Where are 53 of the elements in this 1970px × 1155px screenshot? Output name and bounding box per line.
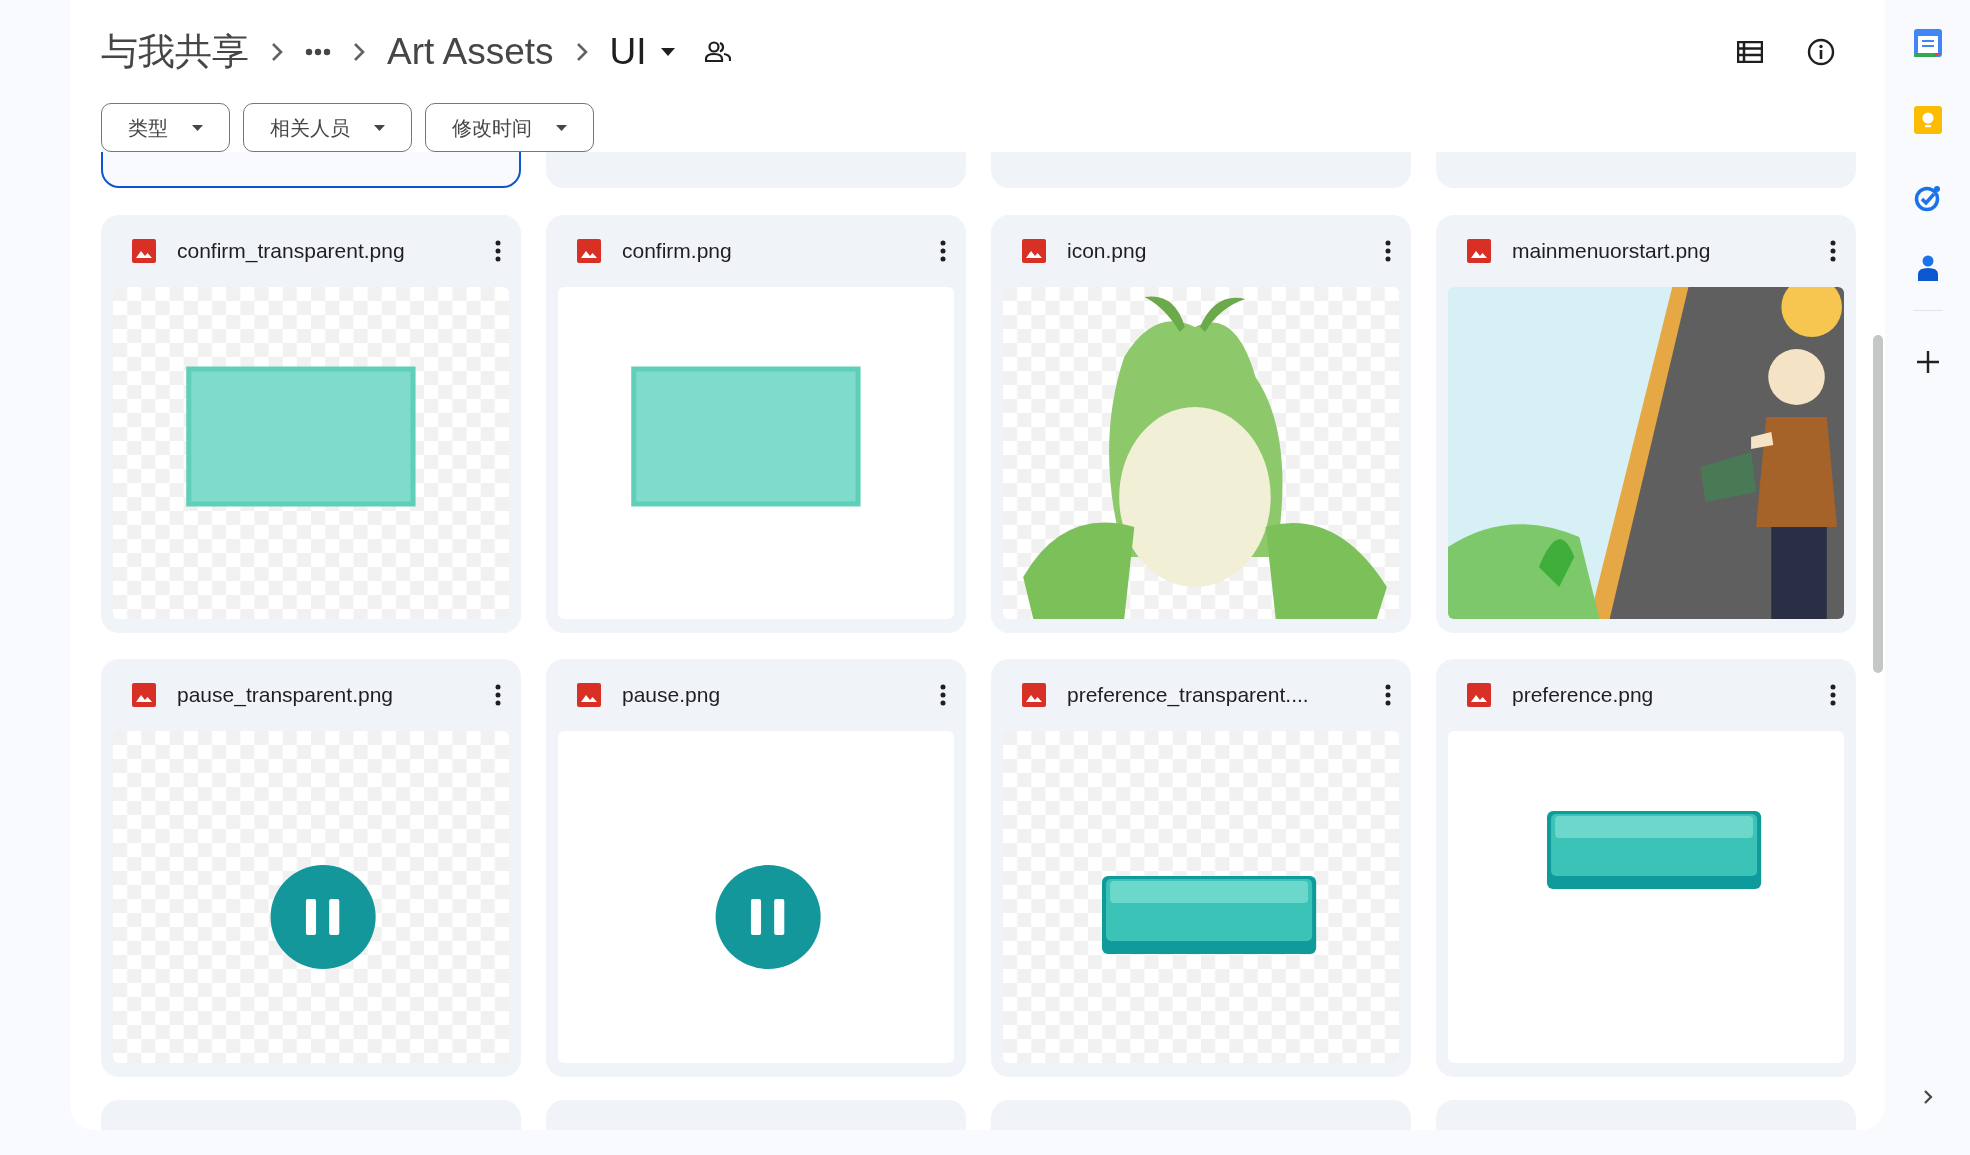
check-circle-icon[interactable] bbox=[1913, 184, 1942, 212]
list-view-icon[interactable] bbox=[1737, 40, 1763, 63]
person-icon[interactable] bbox=[1915, 254, 1940, 282]
image-file-icon bbox=[1022, 683, 1046, 707]
more-vert-icon[interactable] bbox=[495, 240, 501, 262]
file-name: icon.png bbox=[1067, 238, 1148, 265]
image-file-icon bbox=[1467, 239, 1491, 263]
breadcrumb-link[interactable]: 与我共享 bbox=[101, 33, 249, 70]
file-name: preference.png bbox=[1512, 682, 1655, 709]
more-vert-icon[interactable] bbox=[495, 684, 501, 706]
file-card[interactable]: confirm_transparent.png bbox=[101, 215, 521, 633]
folder-dropdown[interactable]: UI bbox=[609, 33, 675, 70]
more-vert-icon[interactable] bbox=[1385, 240, 1391, 262]
file-card[interactable]: preference_transparent.... bbox=[991, 659, 1411, 1077]
caret-icon bbox=[374, 124, 385, 131]
scrollbar[interactable] bbox=[1873, 335, 1883, 673]
calendar-icon[interactable] bbox=[1912, 28, 1943, 58]
file-name: preference_transparent.... bbox=[1067, 682, 1310, 709]
file-name: confirm.png bbox=[622, 238, 733, 265]
more-vert-icon[interactable] bbox=[940, 684, 946, 706]
file-card[interactable] bbox=[101, 150, 521, 188]
file-card[interactable]: icon.png bbox=[991, 215, 1411, 633]
image-file-icon bbox=[577, 683, 601, 707]
more-vert-icon[interactable] bbox=[1385, 684, 1391, 706]
image-file-icon bbox=[132, 683, 156, 707]
caret-icon bbox=[192, 124, 203, 131]
file-card[interactable]: pause.png bbox=[546, 659, 966, 1077]
file-name: pause_transparent.png bbox=[177, 682, 394, 709]
file-card[interactable]: preference.png bbox=[1436, 659, 1856, 1077]
image-file-icon bbox=[1467, 683, 1491, 707]
add-icon[interactable] bbox=[1916, 351, 1939, 373]
more-vert-icon[interactable] bbox=[1830, 240, 1836, 262]
file-card[interactable]: confirm.png bbox=[546, 215, 966, 633]
chevron-right-icon[interactable] bbox=[1922, 1089, 1933, 1105]
breadcrumb-link[interactable]: Art Assets bbox=[387, 33, 554, 70]
chevron-right-icon bbox=[353, 41, 365, 62]
image-file-icon bbox=[577, 239, 601, 263]
file-name: mainmenuorstart.png bbox=[1512, 238, 1712, 265]
file-card[interactable]: mainmenuorstart.png bbox=[1436, 215, 1856, 633]
file-name: pause.png bbox=[622, 682, 722, 709]
image-file-icon bbox=[132, 239, 156, 263]
chevron-right-icon bbox=[271, 41, 283, 62]
caret-icon bbox=[660, 47, 675, 56]
file-card[interactable]: pause_transparent.png bbox=[101, 659, 521, 1077]
image-file-icon bbox=[1022, 239, 1046, 263]
more-vert-icon[interactable] bbox=[940, 240, 946, 262]
more-vert-icon[interactable] bbox=[1830, 684, 1836, 706]
more-horiz-icon[interactable] bbox=[305, 47, 331, 56]
info-icon[interactable] bbox=[1807, 37, 1835, 66]
caret-icon bbox=[556, 124, 567, 131]
file-name: confirm_transparent.png bbox=[177, 238, 406, 265]
people-icon[interactable] bbox=[704, 40, 731, 63]
chevron-right-icon bbox=[575, 41, 588, 62]
